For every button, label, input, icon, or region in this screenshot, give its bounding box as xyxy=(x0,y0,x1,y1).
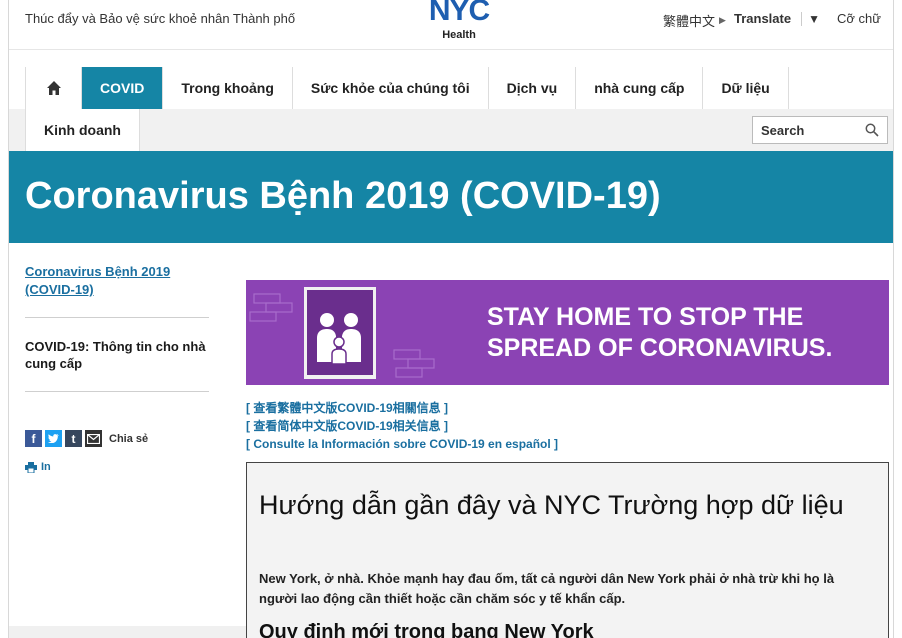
search-input[interactable]: Search xyxy=(752,116,888,144)
window-illustration xyxy=(304,287,376,379)
nav-about[interactable]: Trong khoảng xyxy=(163,67,293,109)
sub-nav: Kinh doanh Search xyxy=(9,109,893,151)
nav-our-health[interactable]: Sức khỏe của chúng tôi xyxy=(293,67,489,109)
page-frame: Thúc đẩy và Bảo vệ sức khoẻ nhân Thành p… xyxy=(8,0,894,638)
stay-home-banner[interactable]: STAY HOME TO STOP THE SPREAD OF CORONAVI… xyxy=(246,280,889,385)
content-box: Hướng dẫn gần đây và NYC Trường hợp dữ l… xyxy=(246,462,889,638)
caret-right-icon: ▶ xyxy=(719,15,726,25)
nav-providers[interactable]: nhà cung cấp xyxy=(576,67,704,109)
email-icon[interactable] xyxy=(85,430,102,447)
dropdown-icon[interactable]: ▼ xyxy=(801,11,820,26)
share-bar: f t Chia sẻ xyxy=(25,430,148,447)
family-icon xyxy=(317,313,361,365)
link-spanish[interactable]: [ Consulte la Información sobre COVID-19… xyxy=(246,435,558,453)
sidebar-divider xyxy=(25,317,209,318)
nav-services[interactable]: Dịch vụ xyxy=(489,67,577,109)
sidebar-divider xyxy=(25,391,209,392)
language-links: [ 查看繁體中文版COVID-19相關信息 ] [ 查看简体中文版COVID-1… xyxy=(246,399,558,453)
nav-home[interactable] xyxy=(26,67,82,109)
print-label: In xyxy=(41,461,51,473)
nav-data[interactable]: Dữ liệu xyxy=(703,67,789,109)
translate-button[interactable]: Translate ▼ xyxy=(734,11,820,26)
language-chinese-link[interactable]: 繁體中文 ▶ xyxy=(663,11,730,30)
facebook-icon[interactable]: f xyxy=(25,430,42,447)
nyc-health-logo[interactable]: NYC Health xyxy=(419,0,499,48)
text-size-button[interactable]: Cỡ chữ xyxy=(837,11,881,26)
link-traditional-chinese[interactable]: [ 查看繁體中文版COVID-19相關信息 ] xyxy=(246,399,558,417)
tagline: Thúc đẩy và Bảo vệ sức khoẻ nhân Thành p… xyxy=(25,11,296,26)
top-bar: Thúc đẩy và Bảo vệ sức khoẻ nhân Thành p… xyxy=(9,0,893,50)
tumblr-icon[interactable]: t xyxy=(65,430,82,447)
search-icon[interactable] xyxy=(865,123,879,137)
nav-business[interactable]: Kinh doanh xyxy=(25,109,140,151)
nav-covid[interactable]: COVID xyxy=(82,67,164,109)
content-heading: Hướng dẫn gần đây và NYC Trường hợp dữ l… xyxy=(259,490,844,520)
search-placeholder: Search xyxy=(761,122,805,138)
language-label: 繁體中文 xyxy=(663,14,716,29)
printer-icon xyxy=(25,461,37,473)
link-simplified-chinese[interactable]: [ 查看简体中文版COVID-19相关信息 ] xyxy=(246,417,558,435)
main-nav: COVID Trong khoảng Sức khỏe của chúng tô… xyxy=(9,67,893,109)
home-icon xyxy=(46,81,61,95)
content-subheading: Quy định mới trong bang New York xyxy=(259,621,594,638)
page-title: Coronavirus Bệnh 2019 (COVID-19) xyxy=(25,175,661,217)
banner-text: STAY HOME TO STOP THE SPREAD OF CORONAVI… xyxy=(487,303,833,362)
print-button[interactable]: In xyxy=(25,461,51,473)
logo-mark: NYC xyxy=(428,0,490,27)
content-paragraph: New York, ở nhà. Khỏe mạnh hay đau ốm, t… xyxy=(259,571,835,606)
twitter-icon[interactable] xyxy=(45,430,62,447)
sidebar-heading[interactable]: COVID-19: Thông tin cho nhà cung cấp xyxy=(25,338,209,372)
hero-banner: Coronavirus Bệnh 2019 (COVID-19) xyxy=(9,151,893,243)
sidebar-link-covid[interactable]: Coronavirus Bệnh 2019 (COVID-19) xyxy=(25,263,205,299)
translate-label: Translate xyxy=(734,11,792,26)
share-label: Chia sẻ xyxy=(109,432,149,445)
logo-subtitle: Health xyxy=(442,29,476,41)
bottom-strip xyxy=(9,626,246,638)
